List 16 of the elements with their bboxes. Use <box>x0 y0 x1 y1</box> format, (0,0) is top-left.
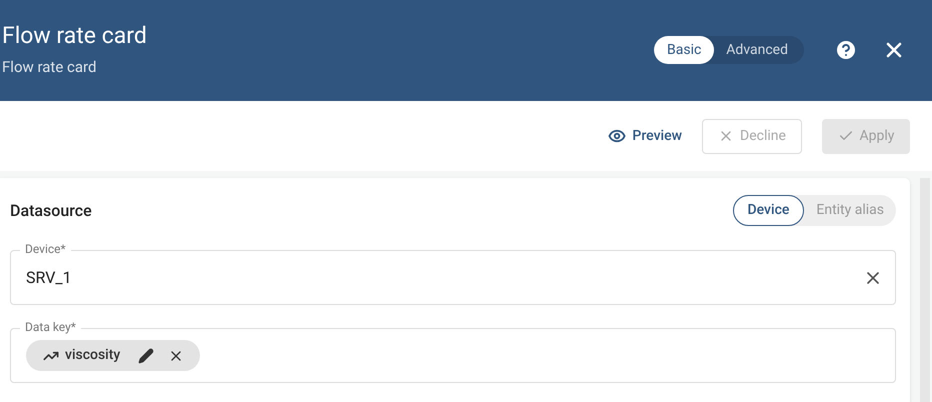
preview-button[interactable]: Preview <box>608 126 682 146</box>
field-label: Device* <box>20 242 71 256</box>
help-button[interactable] <box>834 38 858 62</box>
mode-tab[interactable]: Basic <box>654 36 714 64</box>
eye-icon <box>608 127 626 145</box>
edit-icon <box>138 348 154 364</box>
dialog-subtitle: Flow rate card <box>2 57 98 78</box>
help-icon <box>834 38 858 62</box>
field-label: Data key* <box>20 320 81 334</box>
data-key-chip[interactable]: viscosity <box>26 340 200 371</box>
field-value: SRV_1 <box>26 266 73 288</box>
section-title: Datasource <box>10 200 92 222</box>
mode-tab[interactable]: Advanced <box>714 36 800 64</box>
chip-label: viscosity <box>65 346 120 365</box>
dialog-title: Flow rate card <box>2 22 148 50</box>
type-tab[interactable]: Device <box>732 195 804 226</box>
